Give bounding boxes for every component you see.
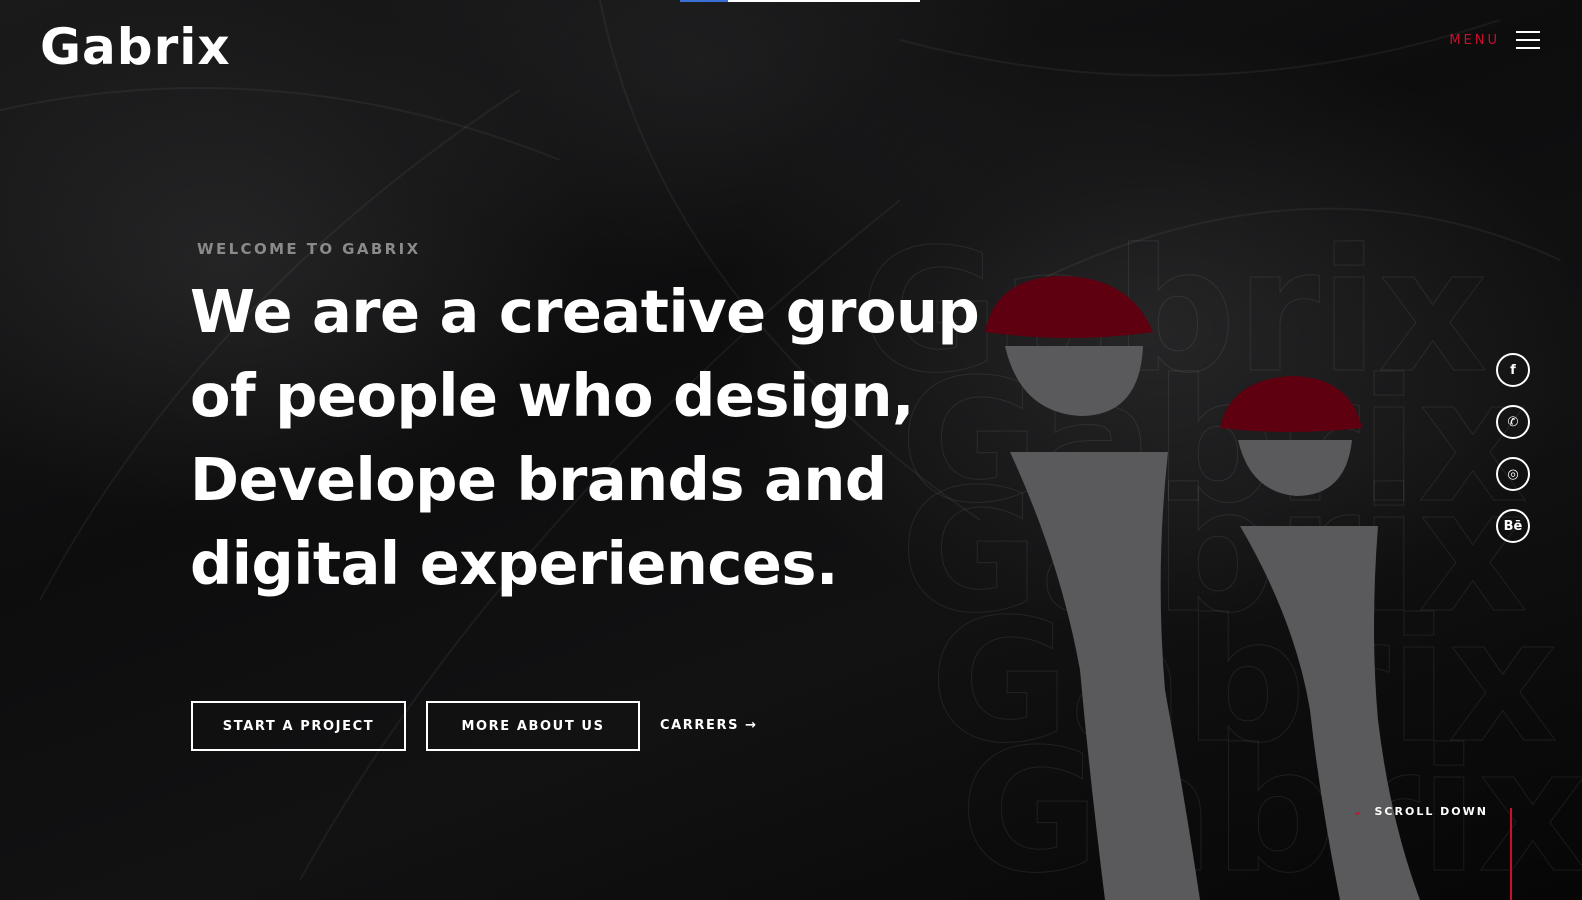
headline-line: Develope brands and — [190, 445, 887, 514]
menu-toggle[interactable]: MENU — [1449, 30, 1540, 50]
chevron-down-icon: ⌄ — [1352, 804, 1365, 818]
behance-icon[interactable]: Bē — [1496, 509, 1530, 543]
hero-headline: We are a creative group of people who de… — [190, 270, 980, 606]
hero-eyebrow: WELCOME TO GABRIX — [197, 240, 421, 258]
hamburger-icon — [1516, 30, 1540, 50]
page-progress-fill — [680, 0, 728, 2]
hero-illustration — [985, 276, 1420, 900]
headline-line: digital experiences. — [190, 529, 838, 598]
instagram-icon[interactable]: ◎ — [1496, 457, 1530, 491]
whatsapp-icon[interactable]: ✆ — [1496, 405, 1530, 439]
facebook-icon[interactable]: f — [1496, 353, 1530, 387]
careers-link[interactable]: CARRERS → — [660, 718, 758, 733]
headline-line: of people who design, — [190, 361, 914, 430]
arrow-right-icon: → — [745, 718, 758, 733]
menu-label: MENU — [1449, 32, 1500, 48]
scroll-down-label: SCROLL DOWN — [1374, 804, 1488, 818]
brand-logo[interactable]: Gabrix — [40, 14, 231, 80]
page-progress-bar — [680, 0, 920, 2]
more-about-us-button[interactable]: MORE ABOUT US — [426, 701, 640, 751]
scroll-down-link[interactable]: ⌄ SCROLL DOWN — [1352, 804, 1488, 818]
headline-line: We are a creative group — [190, 277, 980, 346]
scroll-indicator-line — [1510, 808, 1512, 900]
start-project-button[interactable]: START A PROJECT — [191, 701, 406, 751]
social-links: f ✆ ◎ Bē — [1496, 353, 1530, 543]
careers-label: CARRERS — [660, 718, 740, 733]
